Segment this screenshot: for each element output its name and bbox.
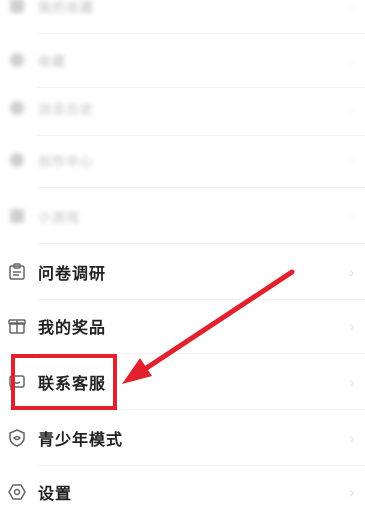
chevron-right-icon: › xyxy=(348,206,355,226)
chevron-right-icon: › xyxy=(348,372,355,392)
gift-icon xyxy=(6,315,28,337)
chevron-right-icon: › xyxy=(348,428,355,448)
chevron-right-icon: › xyxy=(348,316,355,336)
menu-item-label: 浏览历史 xyxy=(38,102,95,118)
menu-item-0[interactable]: 我的收藏 › xyxy=(0,0,365,34)
highlight-box xyxy=(11,354,117,410)
menu-item-survey[interactable]: 问卷调研 › xyxy=(0,244,365,300)
menu-item-settings[interactable]: 设置 › xyxy=(0,464,365,520)
menu-item-label: 青少年模式 xyxy=(38,430,124,449)
gear-icon xyxy=(6,481,28,503)
chevron-right-icon: › xyxy=(348,482,355,502)
menu-item-2[interactable]: 浏览历史 › xyxy=(0,80,365,136)
chevron-right-icon: › xyxy=(348,0,355,16)
menu-item-prizes[interactable]: 我的奖品 › xyxy=(0,298,365,354)
menu-item-3[interactable]: 创作中心 › xyxy=(0,132,365,188)
chevron-right-icon: › xyxy=(348,50,355,70)
menu-item-label: 收藏 xyxy=(38,54,67,70)
shield-icon xyxy=(6,427,28,449)
menu-item-label: 问卷调研 xyxy=(38,264,107,283)
star-icon xyxy=(6,49,28,71)
history-icon xyxy=(6,97,28,119)
chevron-right-icon: › xyxy=(348,98,355,118)
survey-icon xyxy=(6,261,28,283)
menu-item-label: 创作中心 xyxy=(38,154,95,170)
gamepad-icon xyxy=(6,205,28,227)
generic-icon xyxy=(6,0,28,17)
chevron-right-icon: › xyxy=(348,262,355,282)
chevron-right-icon: › xyxy=(348,150,355,170)
menu-item-4[interactable]: 小游戏 › xyxy=(0,188,365,244)
menu-item-label: 我的奖品 xyxy=(38,318,107,337)
menu-item-youth-mode[interactable]: 青少年模式 › xyxy=(0,410,365,466)
menu-item-label: 设置 xyxy=(38,484,73,503)
menu-item-label: 小游戏 xyxy=(38,210,81,226)
menu-item-label: 我的收藏 xyxy=(38,0,95,16)
lightbulb-icon xyxy=(6,149,28,171)
